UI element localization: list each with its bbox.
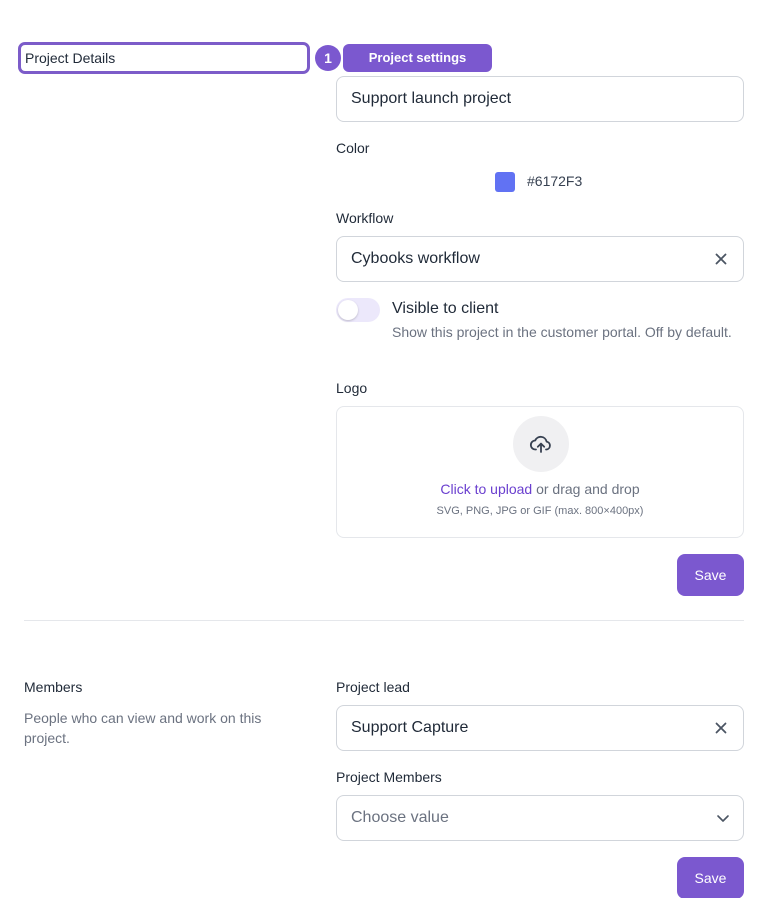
upload-button[interactable] bbox=[513, 416, 569, 472]
project-members-label: Project Members bbox=[336, 769, 442, 785]
save-members-button[interactable]: Save bbox=[677, 857, 744, 898]
upload-cloud-icon bbox=[529, 435, 551, 453]
project-lead-label: Project lead bbox=[336, 679, 410, 695]
chevron-down-icon[interactable] bbox=[715, 810, 731, 826]
color-label: Color bbox=[336, 140, 370, 156]
upload-format-hint: SVG, PNG, JPG or GIF (max. 800×400px) bbox=[436, 505, 644, 517]
project-settings-page: Project Details 1 Project settings Suppo… bbox=[0, 0, 768, 898]
visible-to-client-title: Visible to client bbox=[392, 300, 499, 317]
project-lead-select[interactable]: Support Capture bbox=[336, 705, 744, 751]
project-members-placeholder: Choose value bbox=[351, 809, 449, 826]
step-number-badge: 1 bbox=[315, 45, 341, 71]
logo-upload-dropzone[interactable]: Click to upload or drag and drop SVG, PN… bbox=[336, 406, 744, 538]
project-name-input[interactable]: Support launch project bbox=[336, 76, 744, 122]
visible-to-client-description: Show this project in the customer portal… bbox=[392, 324, 732, 340]
section-divider bbox=[24, 620, 744, 621]
project-lead-value: Support Capture bbox=[351, 719, 469, 736]
visible-to-client-toggle[interactable] bbox=[336, 298, 380, 322]
close-icon[interactable] bbox=[713, 720, 729, 736]
workflow-value: Cybooks workflow bbox=[351, 250, 480, 267]
logo-label: Logo bbox=[336, 380, 368, 396]
save-details-button[interactable]: Save bbox=[677, 554, 744, 596]
step-label-pill: Project settings bbox=[343, 44, 492, 72]
project-name-value: Support launch project bbox=[351, 90, 512, 107]
upload-instructions: Click to upload or drag and drop bbox=[337, 481, 743, 497]
toggle-knob bbox=[338, 300, 358, 320]
section-label-project-details: Project Details bbox=[18, 42, 310, 74]
close-icon[interactable] bbox=[713, 251, 729, 267]
workflow-select[interactable]: Cybooks workflow bbox=[336, 236, 744, 282]
project-members-select[interactable]: Choose value bbox=[336, 795, 744, 841]
color-hex-value[interactable]: #6172F3 bbox=[527, 173, 582, 189]
members-section-title: Members bbox=[24, 679, 83, 695]
workflow-label: Workflow bbox=[336, 210, 394, 226]
members-section-description: People who can view and work on this pro… bbox=[24, 710, 262, 746]
click-to-upload-link[interactable]: Click to upload bbox=[440, 481, 532, 497]
color-swatch[interactable] bbox=[495, 172, 515, 192]
upload-drag-text: or drag and drop bbox=[532, 481, 640, 497]
